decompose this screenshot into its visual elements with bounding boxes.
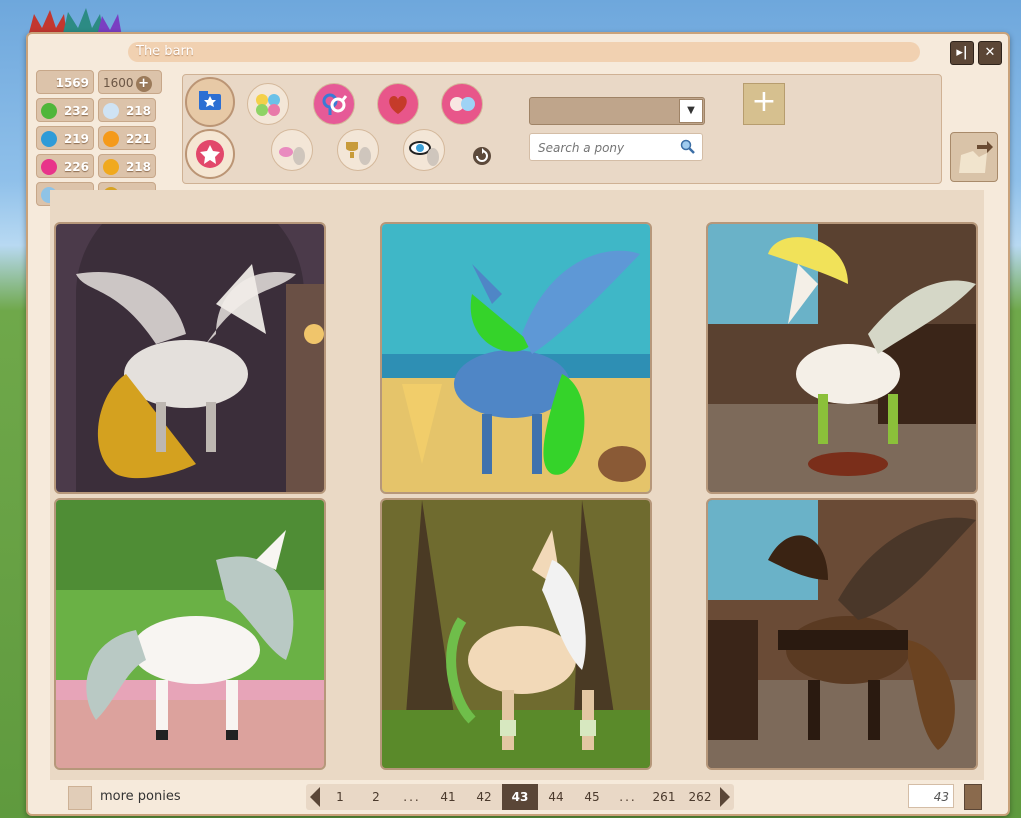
- apple-icon: [41, 103, 57, 119]
- unicorn-icon: [279, 147, 305, 165]
- page-link[interactable]: 262: [682, 784, 718, 810]
- pagination: 1 2 ... 41 42 43 44 45 ... 261 262: [306, 784, 734, 810]
- search-box: [529, 133, 703, 162]
- trophy-icon: [346, 142, 371, 165]
- stat-capacity: 1600 +: [98, 70, 162, 94]
- filter-gender[interactable]: [313, 83, 355, 125]
- stat-paw-blue: 219: [36, 126, 94, 150]
- page-link[interactable]: 44: [538, 784, 574, 810]
- go-page-button[interactable]: [964, 784, 982, 810]
- more-ponies-label: more ponies: [100, 789, 181, 804]
- page-ellipsis: ...: [403, 790, 421, 804]
- filter-eye[interactable]: [403, 129, 445, 171]
- page-link-current[interactable]: 43: [502, 784, 538, 810]
- filter-pony-compare[interactable]: [441, 83, 483, 125]
- add-capacity-icon[interactable]: +: [135, 75, 152, 92]
- filter-unicorn[interactable]: [271, 129, 313, 171]
- next-page-icon[interactable]: [718, 784, 732, 810]
- pony-grid: [50, 190, 984, 780]
- prev-page-icon[interactable]: [308, 784, 322, 810]
- eye-icon: [409, 141, 439, 166]
- stat-apple: 232: [36, 98, 94, 122]
- favorites-tab[interactable]: [185, 129, 235, 179]
- star-icon: [196, 140, 224, 168]
- filter-trophy[interactable]: [337, 129, 379, 171]
- gender-icon: [322, 93, 348, 115]
- pony-card[interactable]: [706, 498, 978, 770]
- add-button[interactable]: +: [743, 83, 785, 125]
- minimize-button[interactable]: ▸|: [950, 41, 974, 65]
- cloud-icon: [103, 103, 119, 119]
- pony-arrow-icon: [959, 141, 993, 173]
- category-dropdown[interactable]: ▼: [529, 97, 705, 125]
- pony-card[interactable]: [380, 222, 652, 494]
- page-link[interactable]: 261: [646, 784, 682, 810]
- page-link[interactable]: 2: [358, 784, 394, 810]
- folder-icon: [199, 91, 221, 110]
- page-link[interactable]: 42: [466, 784, 502, 810]
- close-button[interactable]: ✕: [978, 41, 1002, 65]
- chevron-down-icon: ▼: [679, 99, 703, 123]
- more-ponies-checkbox[interactable]: [68, 786, 92, 810]
- pony-card[interactable]: [54, 222, 326, 494]
- pony-card[interactable]: [54, 498, 326, 770]
- pony-card[interactable]: [380, 498, 652, 770]
- pony-card[interactable]: [706, 222, 978, 494]
- pony-export-button[interactable]: [950, 132, 998, 182]
- filter-pony-types[interactable]: [247, 83, 289, 125]
- window-title: The barn: [128, 42, 920, 62]
- page-link[interactable]: 41: [430, 784, 466, 810]
- page-number-input[interactable]: 43: [908, 784, 954, 808]
- folder-tab[interactable]: [185, 77, 235, 127]
- search-icon[interactable]: [680, 139, 696, 155]
- fire-icon: [103, 131, 119, 147]
- heart-ring-icon: [389, 96, 407, 114]
- filter-breeding[interactable]: [377, 83, 419, 125]
- stat-money: 1569: [36, 70, 94, 94]
- refresh-icon[interactable]: [471, 145, 493, 167]
- stat-fire: 221: [98, 126, 156, 150]
- paw-orange-icon: [103, 159, 119, 175]
- paw-icon: [41, 131, 57, 147]
- stat-paw-orange: 218: [98, 154, 156, 178]
- search-input[interactable]: [530, 134, 680, 162]
- barn-window: The barn ▸| ✕ 1569 1600 + 232 218 219 221…: [26, 32, 1010, 816]
- filter-bar: ▼ +: [182, 74, 942, 184]
- stat-heart: 226: [36, 154, 94, 178]
- heart-icon: [41, 159, 57, 175]
- pony-pair-icon: [450, 97, 475, 111]
- multi-color-icon: [256, 94, 280, 116]
- page-ellipsis: ...: [619, 790, 637, 804]
- page-link[interactable]: 45: [574, 784, 610, 810]
- page-link[interactable]: 1: [322, 784, 358, 810]
- stat-cloud: 218: [98, 98, 156, 122]
